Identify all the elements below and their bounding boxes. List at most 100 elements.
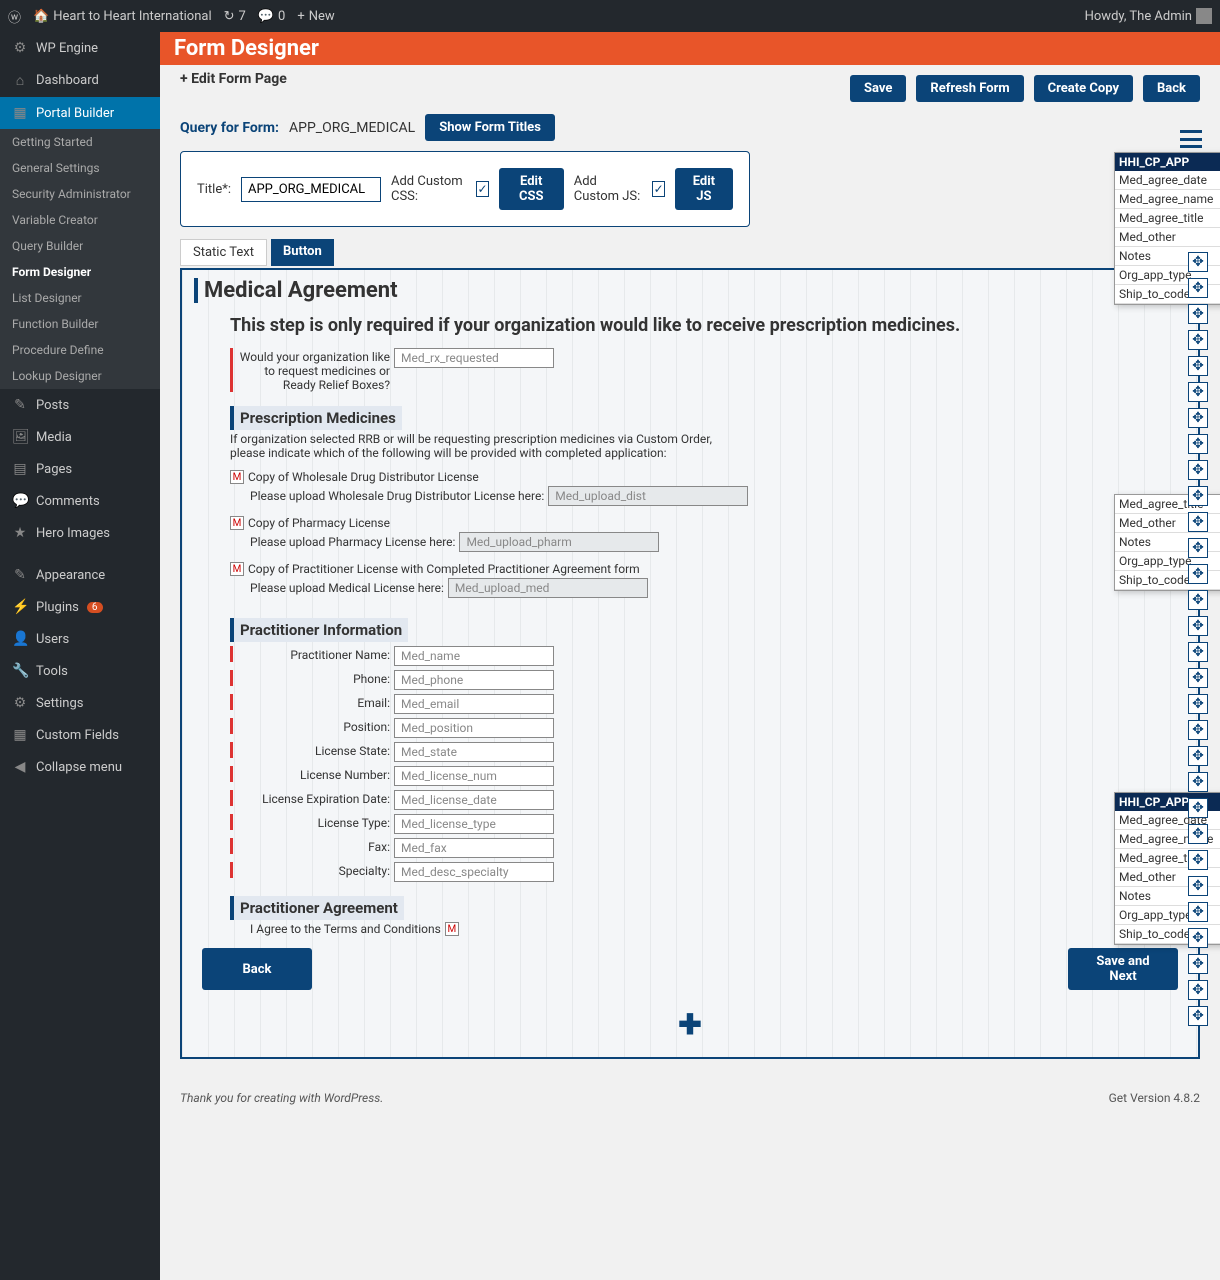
move-handle-icon[interactable]: ✥	[1188, 902, 1208, 922]
move-handle-icon[interactable]: ✥	[1188, 564, 1208, 584]
form-back-button[interactable]: Back	[202, 948, 312, 990]
field-rx-requested[interactable]: Would your organization like to request …	[230, 348, 1186, 392]
sub-list-designer[interactable]: List Designer	[0, 285, 160, 311]
menu-dashboard[interactable]: ⌂Dashboard	[0, 64, 160, 97]
sub-function-builder[interactable]: Function Builder	[0, 311, 160, 337]
cb-pharmacy[interactable]: MCopy of Pharmacy License	[230, 516, 1186, 530]
sub-form-designer[interactable]: Form Designer	[0, 259, 160, 285]
title-input[interactable]	[241, 177, 381, 202]
menu-collapse[interactable]: ◀Collapse menu	[0, 751, 160, 783]
move-handle-icon[interactable]: ✥	[1188, 772, 1208, 792]
form-save-next-button[interactable]: Save and Next	[1068, 948, 1178, 990]
js-checkbox[interactable]: ✓	[652, 181, 664, 197]
move-handle-icon[interactable]: ✥	[1188, 304, 1208, 324]
step-instruction[interactable]: This step is only required if your organ…	[194, 311, 1186, 344]
field-row[interactable]: License Expiration Date:Med_license_date	[230, 790, 1186, 810]
agree-row[interactable]: I Agree to the Terms and ConditionsM	[250, 922, 1186, 936]
move-handle-icon[interactable]: ✥	[1188, 486, 1208, 506]
move-handle-icon[interactable]: ✥	[1188, 824, 1208, 844]
move-handle-icon[interactable]: ✥	[1188, 434, 1208, 454]
move-handle-icon[interactable]: ✥	[1188, 668, 1208, 688]
upload-pharmacy[interactable]: Please upload Pharmacy License here:Med_…	[250, 532, 1186, 552]
cb-practitioner[interactable]: MCopy of Practitioner License with Compl…	[230, 562, 1186, 576]
tab-button[interactable]: Button	[271, 239, 334, 266]
menu-tools[interactable]: 🔧Tools	[0, 655, 160, 687]
move-handle-icon[interactable]: ✥	[1188, 408, 1208, 428]
menu-plugins[interactable]: ⚡Plugins 6	[0, 591, 160, 623]
move-handle-icon[interactable]: ✥	[1188, 538, 1208, 558]
menu-comments[interactable]: 💬Comments	[0, 485, 160, 517]
popup-row[interactable]: Med_agree_title	[1115, 209, 1220, 228]
popup-row[interactable]: Med_agree_name	[1115, 190, 1220, 209]
move-handle-icon[interactable]: ✥	[1188, 1006, 1208, 1026]
move-handle-icon[interactable]: ✥	[1188, 928, 1208, 948]
move-handle-icon[interactable]: ✥	[1188, 642, 1208, 662]
field-row[interactable]: Email:Med_email	[230, 694, 1186, 714]
section-practitioner-info[interactable]: Practitioner Information	[230, 618, 408, 642]
cb-wholesale[interactable]: MCopy of Wholesale Drug Distributor Lice…	[230, 470, 1186, 484]
sub-security-admin[interactable]: Security Administrator	[0, 181, 160, 207]
move-handle-icon[interactable]: ✥	[1188, 460, 1208, 480]
section-practitioner-agreement[interactable]: Practitioner Agreement	[230, 896, 404, 920]
sub-lookup-designer[interactable]: Lookup Designer	[0, 363, 160, 389]
tab-static-text[interactable]: Static Text	[180, 239, 267, 266]
sub-getting-started[interactable]: Getting Started	[0, 129, 160, 155]
move-handle-icon[interactable]: ✥	[1188, 746, 1208, 766]
wp-logo-icon[interactable]: ⓦ	[8, 7, 21, 26]
new-link[interactable]: + New	[297, 9, 334, 24]
move-handle-icon[interactable]: ✥	[1188, 252, 1208, 272]
menu-users[interactable]: 👤Users	[0, 623, 160, 655]
move-handle-icon[interactable]: ✥	[1188, 954, 1208, 974]
popup-row[interactable]: Med_agree_date	[1115, 171, 1220, 190]
section-prescription[interactable]: Prescription Medicines	[230, 406, 402, 430]
menu-posts[interactable]: ✎Posts	[0, 389, 160, 421]
site-link[interactable]: 🏠 Heart to Heart International	[33, 9, 212, 24]
rx-description[interactable]: If organization selected RRB or will be …	[194, 430, 734, 468]
sub-variable-creator[interactable]: Variable Creator	[0, 207, 160, 233]
form-heading[interactable]: Medical Agreement	[194, 278, 404, 303]
field-row[interactable]: License Type:Med_license_type	[230, 814, 1186, 834]
css-checkbox[interactable]: ✓	[476, 181, 488, 197]
move-handle-icon[interactable]: ✥	[1188, 382, 1208, 402]
move-handle-icon[interactable]: ✥	[1188, 720, 1208, 740]
sub-query-builder[interactable]: Query Builder	[0, 233, 160, 259]
menu-pages[interactable]: ▤Pages	[0, 453, 160, 485]
back-button[interactable]: Back	[1143, 75, 1200, 102]
comments-link[interactable]: 💬 0	[258, 9, 286, 24]
sub-general-settings[interactable]: General Settings	[0, 155, 160, 181]
move-handle-icon[interactable]: ✥	[1188, 512, 1208, 532]
upload-medical[interactable]: Please upload Medical License here:Med_u…	[250, 578, 1186, 598]
sub-procedure-define[interactable]: Procedure Define	[0, 337, 160, 363]
menu-media[interactable]: 🖼Media	[0, 421, 160, 453]
menu-custom-fields[interactable]: ▦Custom Fields	[0, 719, 160, 751]
field-row[interactable]: Practitioner Name:Med_name	[230, 646, 1186, 666]
field-row[interactable]: License State:Med_state	[230, 742, 1186, 762]
menu-appearance[interactable]: ✎Appearance	[0, 559, 160, 591]
upload-wholesale[interactable]: Please upload Wholesale Drug Distributor…	[250, 486, 1186, 506]
edit-css-button[interactable]: Edit CSS	[499, 168, 564, 210]
refresh-button[interactable]: Refresh Form	[916, 75, 1023, 102]
menu-portal-builder[interactable]: ▦Portal Builder	[0, 97, 160, 129]
field-row[interactable]: Phone:Med_phone	[230, 670, 1186, 690]
move-handle-icon[interactable]: ✥	[1188, 694, 1208, 714]
move-handle-icon[interactable]: ✥	[1188, 798, 1208, 818]
menu-wp-engine[interactable]: ⚙WP Engine	[0, 32, 160, 64]
move-handle-icon[interactable]: ✥	[1188, 850, 1208, 870]
move-handle-icon[interactable]: ✥	[1188, 356, 1208, 376]
howdy[interactable]: Howdy, The Admin	[1085, 8, 1212, 24]
field-row[interactable]: Specialty:Med_desc_specialty	[230, 862, 1186, 882]
move-handle-icon[interactable]: ✥	[1188, 590, 1208, 610]
hamburger-icon[interactable]	[1180, 130, 1202, 148]
updates-link[interactable]: ↻ 7	[224, 9, 246, 24]
move-handle-icon[interactable]: ✥	[1188, 980, 1208, 1000]
move-handle-icon[interactable]: ✥	[1188, 616, 1208, 636]
popup-row[interactable]: Med_other	[1115, 228, 1220, 247]
create-copy-button[interactable]: Create Copy	[1034, 75, 1133, 102]
menu-settings[interactable]: ⚙Settings	[0, 687, 160, 719]
field-row[interactable]: License Number:Med_license_num	[230, 766, 1186, 786]
field-row[interactable]: Fax:Med_fax	[230, 838, 1186, 858]
menu-hero-images[interactable]: ★Hero Images	[0, 517, 160, 549]
edit-js-button[interactable]: Edit JS	[675, 168, 733, 210]
move-handle-icon[interactable]: ✥	[1188, 330, 1208, 350]
move-handle-icon[interactable]: ✥	[1188, 876, 1208, 896]
